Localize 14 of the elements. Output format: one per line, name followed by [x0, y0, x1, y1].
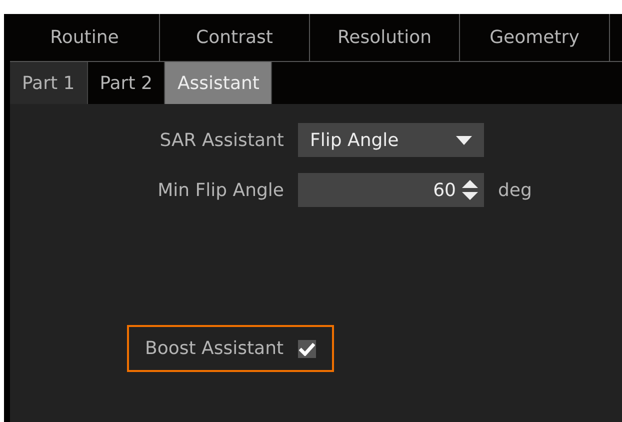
tab[interactable]: Resolution — [310, 14, 460, 61]
caret-icon — [456, 136, 472, 144]
tab[interactable]: Geometry — [460, 14, 610, 61]
tab[interactable]: Routine — [10, 14, 160, 61]
checkbox[interactable] — [298, 340, 316, 358]
field-label: SAR Assistant — [158, 128, 284, 152]
field-label: Min Flip Angle — [156, 178, 284, 202]
tab[interactable]: Contrast — [160, 14, 310, 61]
unit-label: deg — [498, 178, 532, 202]
checkbox-label: Boost Assistant — [145, 337, 284, 361]
number-field[interactable]: 60 — [298, 173, 484, 207]
spinner-arrows-icon[interactable] — [462, 179, 478, 201]
tab[interactable]: Part 1 — [10, 62, 88, 104]
dropdown[interactable]: Flip Angle — [298, 123, 484, 157]
